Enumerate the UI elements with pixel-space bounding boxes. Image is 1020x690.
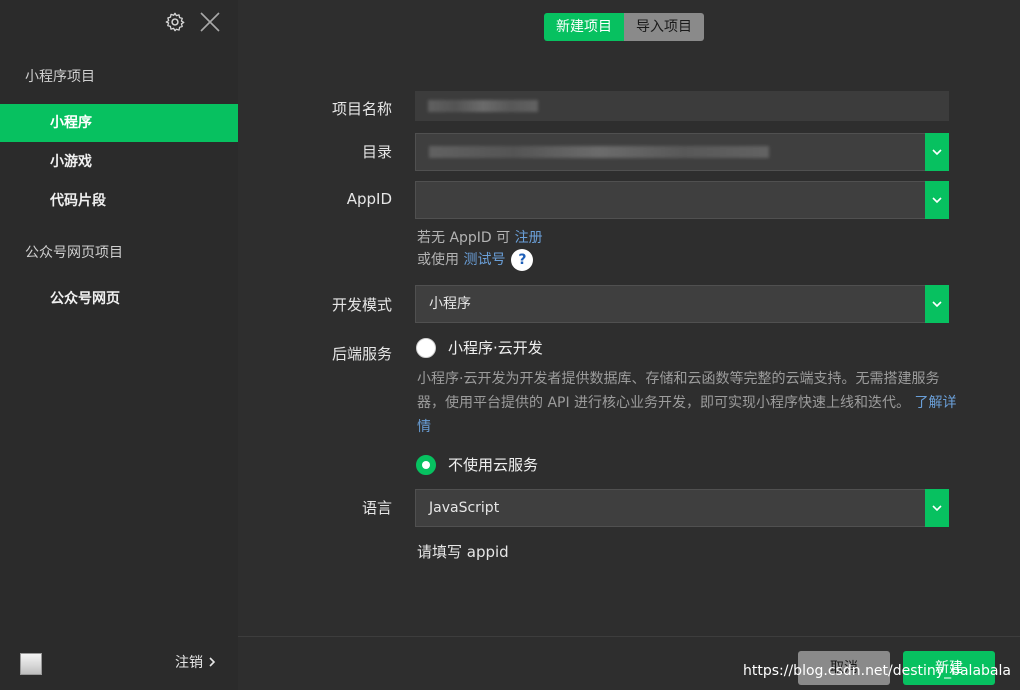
redacted-text [428, 100, 538, 112]
sidebar-item-code-snippet[interactable]: 代码片段 [0, 182, 238, 220]
appid-register-hint: 若无 AppID 可 注册 [417, 227, 543, 247]
dev-mode-value: 小程序 [429, 296, 471, 312]
radio-checked[interactable] [416, 454, 436, 475]
project-name-label: 项目名称 [331, 100, 392, 118]
tab-new-project[interactable]: 新建项目 [544, 13, 624, 41]
hint-text: 或使用 [417, 252, 464, 268]
close-icon[interactable] [198, 10, 222, 34]
window-controls [164, 10, 222, 34]
logout-button[interactable]: 注销 [175, 652, 216, 672]
appid-required-message: 请填写 appid [417, 543, 509, 561]
appid-select[interactable] [415, 181, 949, 219]
appid-label: AppID [346, 190, 392, 208]
chevron-down-icon[interactable] [925, 285, 949, 323]
dev-mode-label: 开发模式 [331, 296, 392, 314]
cloud-dev-option[interactable]: 小程序·云开发 [416, 337, 543, 358]
project-name-input[interactable] [415, 91, 949, 121]
no-cloud-option[interactable]: 不使用云服务 [416, 454, 538, 475]
cloud-dev-description: 小程序·云开发为开发者提供数据库、存储和云函数等完整的云端支持。无需搭建服务器，… [417, 367, 957, 439]
group-title-miniprogram: 小程序项目 [25, 69, 95, 85]
tab-import-project[interactable]: 导入项目 [624, 13, 704, 41]
sidebar-item-miniprogram[interactable]: 小程序 [0, 104, 238, 142]
language-label: 语言 [361, 499, 392, 517]
watermark: https://blog.csdn.net/destiny_balabala [743, 663, 1011, 679]
help-icon[interactable]: ? [511, 249, 534, 271]
gear-icon[interactable] [164, 11, 186, 33]
language-value: JavaScript [429, 500, 500, 516]
backend-label: 后端服务 [331, 345, 392, 363]
dev-mode-select[interactable]: 小程序 [415, 285, 949, 323]
project-tabs: 新建项目 导入项目 [544, 13, 704, 41]
test-account-link[interactable]: 测试号 [463, 252, 505, 268]
no-cloud-label: 不使用云服务 [448, 456, 539, 474]
footer-bar: 取消 新建 https://blog.csdn.net/destiny_bala… [238, 636, 1020, 690]
chevron-down-icon[interactable] [925, 489, 949, 527]
sidebar-item-minigame[interactable]: 小游戏 [0, 143, 238, 181]
sidebar-item-official-web[interactable]: 公众号网页 [0, 280, 238, 318]
avatar[interactable] [20, 653, 42, 675]
directory-select[interactable] [415, 133, 949, 171]
redacted-text [429, 146, 769, 158]
group-title-official-account: 公众号网页项目 [25, 245, 123, 261]
sidebar: 小程序项目 小程序 小游戏 代码片段 公众号网页项目 公众号网页 注销 [0, 0, 238, 690]
hint-text: 若无 AppID 可 [417, 230, 515, 246]
appid-test-hint: 或使用 测试号? [417, 249, 534, 271]
main-panel: 新建项目 导入项目 项目名称 目录 AppID 若无 AppID 可 注册 或使… [238, 0, 1020, 690]
language-select[interactable]: JavaScript [415, 489, 949, 527]
cloud-dev-label: 小程序·云开发 [448, 339, 543, 357]
logout-label: 注销 [175, 655, 203, 671]
chevron-down-icon[interactable] [925, 133, 949, 171]
chevron-down-icon[interactable] [925, 181, 949, 219]
radio-unchecked[interactable] [416, 337, 436, 358]
register-link[interactable]: 注册 [515, 230, 543, 246]
chevron-right-icon [209, 657, 216, 667]
description-text: 小程序·云开发为开发者提供数据库、存储和云函数等完整的云端支持。无需搭建服务器，… [417, 371, 940, 411]
directory-label: 目录 [361, 143, 392, 161]
